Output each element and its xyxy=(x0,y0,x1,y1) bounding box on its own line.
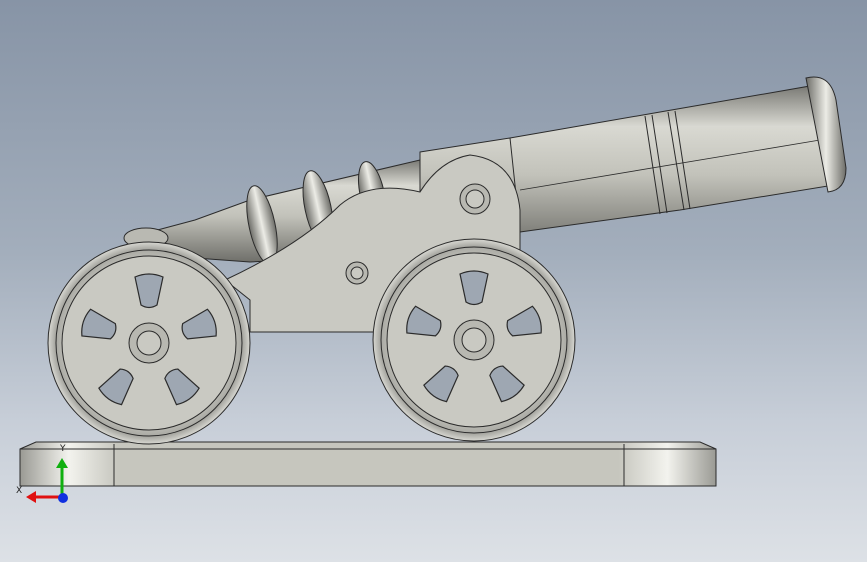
graphics-viewport[interactable]: X Y xyxy=(0,0,867,562)
z-axis-dot xyxy=(58,493,68,503)
axis-triad xyxy=(26,458,68,503)
y-axis-label: Y xyxy=(60,444,66,454)
x-axis-label: X xyxy=(16,486,23,496)
